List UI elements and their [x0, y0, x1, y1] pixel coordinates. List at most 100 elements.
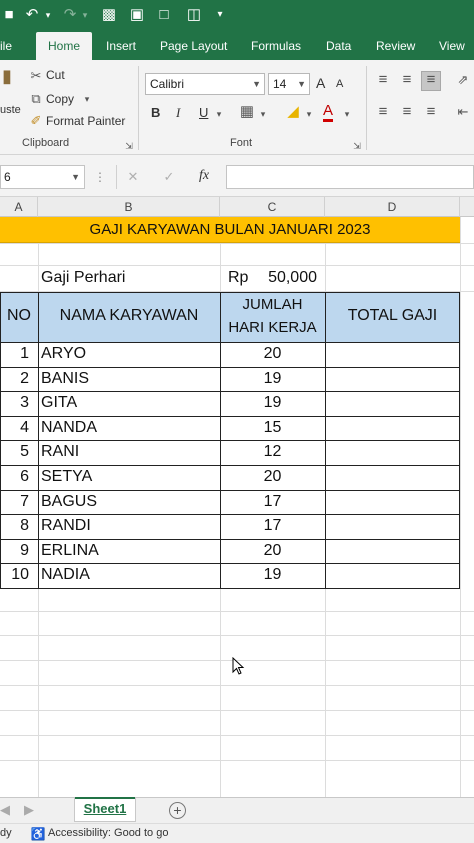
add-sheet-icon[interactable]: +	[169, 802, 186, 819]
fill-color-icon[interactable]: ◢	[284, 104, 302, 120]
align-left-icon[interactable]: ≡	[374, 104, 392, 120]
italic-button[interactable]: I	[176, 105, 180, 121]
copy-icon[interactable]: ⧉	[28, 91, 44, 107]
underline-dropdown-icon[interactable]: ▾	[214, 106, 224, 122]
ready-status: dy	[0, 827, 12, 839]
table-border	[0, 539, 460, 540]
align-right-icon[interactable]: ≡	[422, 104, 440, 120]
column-header-c[interactable]: C	[220, 197, 325, 217]
font-size-select[interactable]: 14 ▼	[268, 73, 310, 95]
redo-icon[interactable]: ↷	[60, 4, 80, 26]
bottom-align-icon[interactable]: ≡	[421, 71, 441, 91]
column-header-b[interactable]: B	[38, 197, 220, 217]
format-painter-button[interactable]: Format Painter	[46, 114, 125, 128]
orientation-icon[interactable]: ⇗	[452, 72, 474, 88]
tab-insert[interactable]: Insert	[106, 32, 136, 60]
clipboard-launcher-icon[interactable]: ⇲	[124, 138, 134, 154]
gridline	[0, 265, 474, 266]
decrease-font-button[interactable]: A	[336, 78, 343, 90]
clipboard-group-label: Clipboard	[22, 137, 70, 149]
row-days: 20	[263, 468, 282, 485]
row-days: 17	[263, 517, 282, 535]
row-name: NADIA	[41, 566, 90, 584]
font-name-select[interactable]: Calibri ▼	[145, 73, 265, 95]
formula-buttons: ✕ ✓ fx	[116, 165, 222, 189]
gridline	[0, 685, 474, 686]
fill-dropdown-icon[interactable]: ▾	[304, 106, 314, 122]
tab-page-layout[interactable]: Page Layout	[160, 32, 227, 60]
print-preview-icon[interactable]: ▩	[100, 4, 118, 26]
column-header-d[interactable]: D	[325, 197, 460, 217]
open-folder-icon[interactable]: ◫	[184, 4, 204, 26]
table-border	[0, 292, 460, 293]
column-header-e[interactable]	[460, 197, 474, 217]
middle-align-icon[interactable]: ≡	[398, 72, 416, 88]
tab-view[interactable]: View	[439, 32, 465, 60]
sheet-tab-sheet1[interactable]: Sheet1	[74, 797, 136, 822]
cancel-icon[interactable]: ✕	[125, 169, 141, 185]
row-no: 5	[20, 443, 29, 461]
scroll-right-icon[interactable]: ▶	[24, 802, 34, 818]
tab-review[interactable]: Review	[376, 32, 415, 60]
top-align-icon[interactable]: ≡	[374, 72, 392, 88]
status-bar: dy ♿ Accessibility: Good to go	[0, 823, 474, 843]
decrease-indent-icon[interactable]: ⇤	[452, 104, 474, 120]
table-border	[0, 440, 460, 441]
row-name: GITA	[41, 394, 78, 412]
font-launcher-icon[interactable]: ⇲	[352, 138, 362, 154]
group-separator	[138, 66, 139, 150]
borders-dropdown-icon[interactable]: ▾	[258, 106, 268, 122]
borders-icon[interactable]: ▦	[238, 104, 256, 120]
redo-dropdown-icon[interactable]: ▾	[80, 4, 90, 26]
insert-function-button[interactable]: fx	[199, 168, 209, 184]
column-header-a[interactable]: A	[0, 197, 38, 217]
accessibility-icon[interactable]: ♿	[30, 826, 46, 842]
paste-label[interactable]: uste	[0, 104, 21, 116]
copy-dropdown-icon[interactable]: ▾	[82, 91, 92, 107]
format-painter-icon[interactable]: ✐	[28, 113, 44, 129]
tab-formulas[interactable]: Formulas	[251, 32, 301, 60]
name-box[interactable]: 6 ▼	[0, 165, 85, 189]
row-no: 3	[20, 394, 29, 412]
undo-icon[interactable]: ↶	[22, 4, 42, 26]
chevron-down-icon: ▼	[252, 79, 261, 89]
bold-button[interactable]: B	[151, 105, 160, 120]
table-border	[0, 514, 460, 515]
row-no: 4	[20, 418, 29, 436]
scroll-left-icon[interactable]: ◀	[0, 802, 10, 818]
underline-button[interactable]: U	[199, 105, 208, 120]
table-border	[0, 416, 460, 417]
cut-button[interactable]: Cut	[46, 68, 65, 82]
font-name-value: Calibri	[150, 77, 185, 91]
paste-icon[interactable]: ▮	[0, 67, 14, 85]
accessibility-status[interactable]: Accessibility: Good to go	[48, 827, 168, 839]
font-color-button[interactable]: A	[323, 103, 334, 122]
enter-icon[interactable]: ✓	[161, 169, 177, 185]
row-no: 8	[20, 517, 29, 535]
table-border	[0, 563, 460, 564]
copy-button[interactable]: Copy	[46, 92, 74, 106]
tab-home[interactable]: Home	[36, 32, 92, 60]
header-total: TOTAL GAJI	[347, 307, 438, 324]
worksheet-grid[interactable]: GAJI KARYAWAN BULAN JANUARI 2023 Gaji Pe…	[0, 217, 474, 797]
undo-dropdown-icon[interactable]: ▾	[43, 4, 53, 26]
resize-handle-icon[interactable]: ⋮	[94, 169, 106, 185]
ribbon-tabs: ile Home Insert Page Layout Formulas Dat…	[0, 32, 474, 60]
new-file-icon[interactable]: □	[156, 4, 172, 26]
header-name: NAMA KARYAWAN	[59, 307, 199, 324]
cut-icon[interactable]: ✂	[28, 68, 44, 84]
font-color-dropdown-icon[interactable]: ▾	[342, 106, 352, 122]
formula-input[interactable]	[226, 165, 474, 189]
row-no: 6	[20, 468, 29, 485]
camera-icon[interactable]: ▣	[128, 4, 146, 26]
increase-font-button[interactable]: A	[316, 75, 325, 91]
tab-data[interactable]: Data	[326, 32, 351, 60]
group-separator	[366, 66, 367, 150]
tab-file[interactable]: ile	[0, 32, 12, 60]
gridline	[0, 710, 474, 711]
row-name: ERLINA	[41, 541, 99, 559]
row-no: 9	[20, 541, 29, 559]
customize-icon[interactable]: ▾	[214, 4, 226, 26]
save-icon[interactable]: ■	[2, 4, 16, 26]
align-center-icon[interactable]: ≡	[398, 104, 416, 120]
